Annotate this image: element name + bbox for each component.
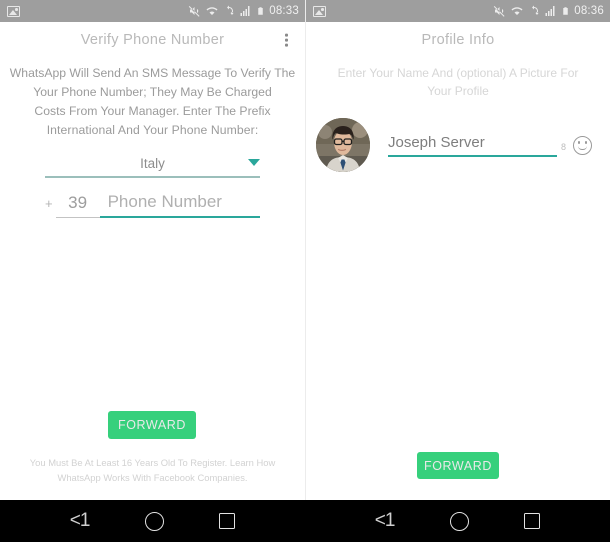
char-counter: 8 <box>560 141 566 152</box>
country-selector[interactable]: Italy <box>45 156 260 178</box>
plus-sign: + <box>45 196 53 211</box>
country-value: Italy <box>140 156 165 171</box>
status-bar-right-notifications <box>313 5 326 17</box>
recents-square-icon <box>524 513 541 529</box>
mute-icon <box>494 6 505 17</box>
desc-line-2: Your Phone Number; They May Be Charged <box>33 85 272 99</box>
verify-description: WhatsApp Will Send An SMS Message To Ver… <box>8 64 297 140</box>
profile-name-input[interactable]: Joseph Server <box>388 134 557 157</box>
recents-square-icon <box>219 513 236 529</box>
image-icon <box>7 5 20 17</box>
profile-row: Joseph Server 8 <box>306 118 610 172</box>
user-avatar-photo <box>316 118 370 172</box>
battery-icon <box>563 7 568 15</box>
sync-error-icon <box>532 5 539 15</box>
image-icon <box>313 5 326 17</box>
desc-line-1: WhatsApp Will Send An SMS Message To Ver… <box>9 66 296 80</box>
phone-screenshot-comparison: 08:33 Verify Phone Number WhatsApp Will … <box>0 0 610 542</box>
status-bar-left: 08:33 <box>0 0 305 22</box>
home-circle-icon <box>144 511 164 531</box>
status-bar-right-indicators: 08:36 <box>493 5 604 17</box>
left-title-bar: Verify Phone Number <box>0 22 305 58</box>
nav-back-button[interactable]: <1 <box>375 510 396 532</box>
nav-back-button[interactable]: <1 <box>70 510 91 532</box>
profile-desc-line-1: Enter Your Name And (optional) A Picture… <box>337 66 579 80</box>
phone-number-row: + 39 Phone Number <box>45 192 260 218</box>
kebab-menu-icon[interactable] <box>282 31 291 50</box>
phone-number-input[interactable]: Phone Number <box>99 192 260 218</box>
battery-icon <box>258 7 263 15</box>
mute-icon <box>189 6 200 17</box>
desc-line-4: International And Your Phone Number: <box>46 123 259 137</box>
status-bar-left-notifications <box>7 5 20 17</box>
nav-home-button[interactable] <box>449 511 469 531</box>
name-input-wrapper: Joseph Server 8 <box>388 134 592 157</box>
footer-line-1: You Must Be At Least 16 Years Old To Reg… <box>29 457 276 468</box>
profile-desc-line-2: Your Profile <box>427 84 489 98</box>
signal-icon <box>240 6 250 16</box>
panels-container: 08:33 Verify Phone Number WhatsApp Will … <box>0 0 610 500</box>
smiley-icon[interactable] <box>573 135 592 155</box>
status-bar-clock: 08:33 <box>269 5 299 17</box>
country-code-input[interactable]: 39 <box>55 193 100 218</box>
home-circle-icon <box>449 511 469 531</box>
nav-home-button[interactable] <box>144 511 164 531</box>
android-navigation-bar: <1 <1 <box>0 500 610 542</box>
page-title: Verify Phone Number <box>80 32 225 48</box>
nav-recents-button[interactable] <box>524 513 541 529</box>
left-panel-verify-phone: 08:33 Verify Phone Number WhatsApp Will … <box>0 0 305 500</box>
sync-error-icon <box>227 5 234 15</box>
right-title-bar: Profile Info <box>306 22 610 58</box>
right-panel-profile-info: 08:36 Profile Info Enter Your Name And (… <box>305 0 610 500</box>
wifi-icon <box>206 7 218 15</box>
status-bar-clock: 08:36 <box>574 5 604 17</box>
profile-description: Enter Your Name And (optional) A Picture… <box>316 64 600 100</box>
forward-button[interactable]: FORWARD <box>417 452 499 479</box>
forward-button[interactable]: FORWARD <box>108 411 196 439</box>
signal-icon <box>545 6 555 16</box>
avatar[interactable] <box>316 118 370 172</box>
footer-line-2: WhatsApp Works With Facebook Companies. <box>57 472 248 483</box>
nav-right-half: <1 <box>305 500 610 542</box>
status-bar-left-indicators: 08:33 <box>188 5 299 17</box>
desc-line-3: Costs From Your Manager. Enter The Prefi… <box>34 104 271 118</box>
status-bar-right: 08:36 <box>306 0 610 22</box>
nav-recents-button[interactable] <box>219 513 236 529</box>
nav-left-half: <1 <box>0 500 305 542</box>
chevron-down-icon[interactable] <box>248 159 260 166</box>
page-title: Profile Info <box>421 32 495 48</box>
left-footer-note: You Must Be At Least 16 Years Old To Reg… <box>16 455 289 485</box>
wifi-icon <box>511 7 523 15</box>
